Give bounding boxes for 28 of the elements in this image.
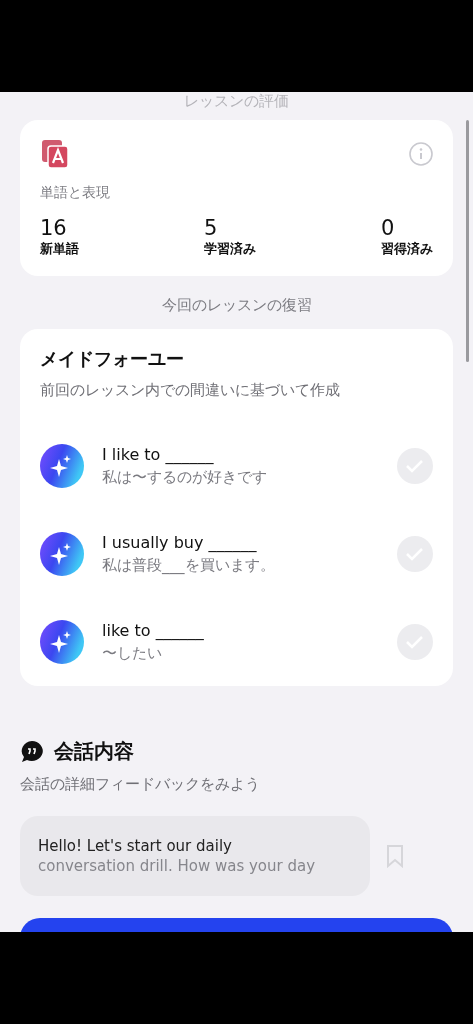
- section-title: レッスンの評価: [183, 92, 290, 112]
- phrase: I usually buy ______: [102, 533, 258, 552]
- stat-value: 0: [381, 216, 396, 240]
- card-title: メイドフォーユー: [40, 347, 185, 371]
- stat-label: 新単語: [40, 240, 79, 258]
- translation: 〜したい: [102, 644, 163, 663]
- card-subtitle: 前回のレッスン内での間違いに基づいて作成: [40, 381, 341, 400]
- section-title: 会話内容: [54, 738, 134, 765]
- message-text: Hello! Let's start our daily: [38, 836, 233, 856]
- stat-value: 5: [204, 216, 219, 240]
- section-title: 今回のレッスンの復習: [160, 296, 313, 315]
- info-icon[interactable]: [409, 142, 433, 166]
- sparkle-icon: [40, 620, 84, 664]
- phrase: like to ______: [102, 621, 205, 640]
- phrase: I like to ______: [102, 445, 215, 464]
- sparkle-icon: [40, 532, 84, 576]
- section-subtitle: 会話の詳細フィードバックをみよう: [20, 775, 261, 794]
- stat-label: 学習済み: [204, 240, 256, 258]
- sparkle-icon: [40, 444, 84, 488]
- bookmark-icon[interactable]: [386, 844, 404, 868]
- card-title: 単語と表現: [40, 184, 111, 202]
- stat-value: 16: [40, 216, 68, 240]
- speech-bubble-icon: [20, 739, 44, 764]
- translation: 私は〜するのが好きです: [102, 468, 268, 487]
- translation: 私は普段___を買います。: [102, 556, 276, 575]
- stat-label: 習得済み: [381, 240, 433, 258]
- message-text: conversation drill. How was your day: [38, 856, 317, 876]
- flashcard-icon: [40, 138, 70, 170]
